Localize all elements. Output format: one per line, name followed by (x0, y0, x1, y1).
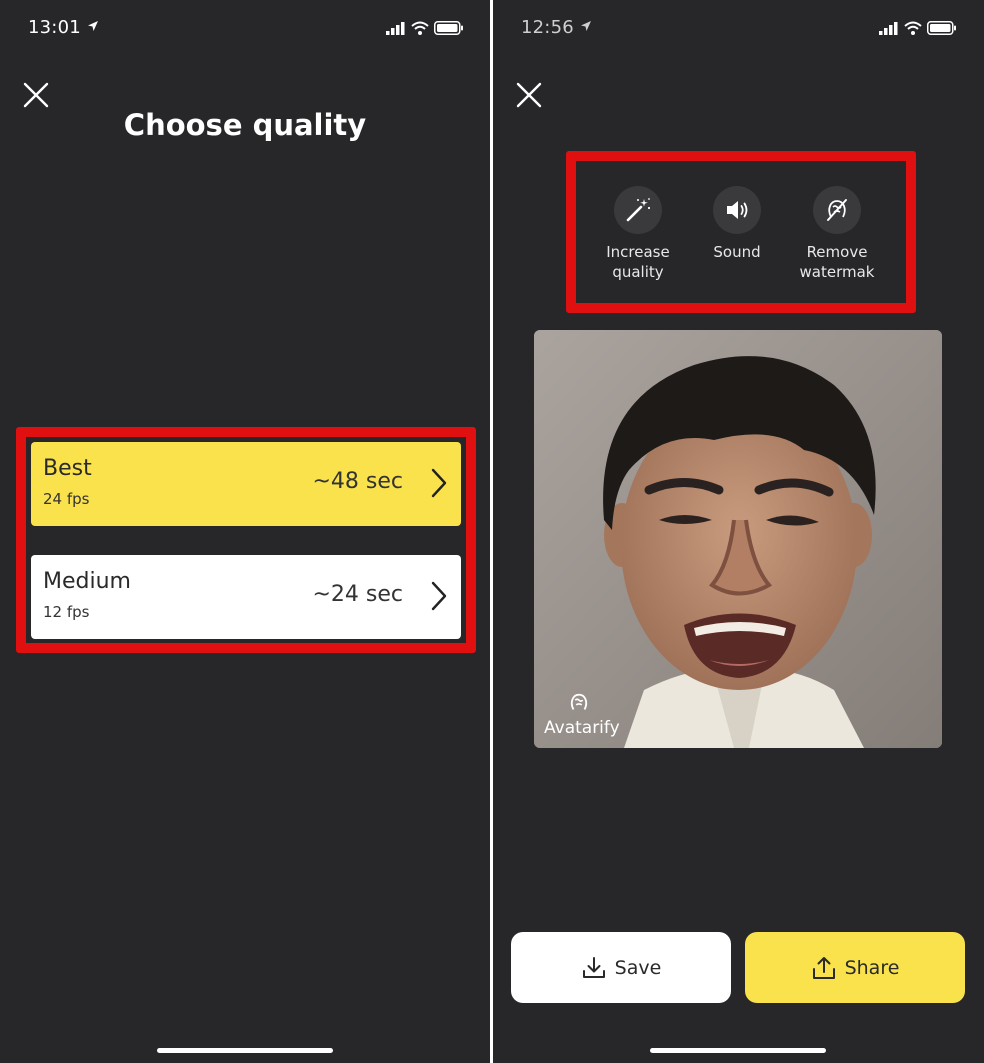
sound-button[interactable]: Sound (682, 186, 792, 262)
face-image (534, 330, 942, 748)
speaker-icon (713, 186, 761, 234)
quality-option-best[interactable]: Best 24 fps ~48 sec (31, 442, 461, 526)
page-title: Choose quality (123, 108, 367, 142)
wifi-icon (411, 21, 429, 35)
watermark-text: Avatarify (544, 718, 620, 738)
status-time: 12:56 (521, 17, 592, 38)
tool-label: Increase quality (606, 243, 670, 281)
close-icon[interactable] (514, 80, 544, 110)
close-icon[interactable] (21, 80, 51, 110)
quality-name: Best (43, 456, 92, 481)
share-label: Share (844, 956, 900, 979)
wifi-icon (904, 21, 922, 35)
quality-duration: ~24 sec (312, 582, 403, 607)
choose-quality-screen: 13:01 Choose quality Best 24 fps ~48 sec (0, 0, 490, 1063)
result-screen: 12:56 Increase quality Sound Remove wate… (493, 0, 984, 1063)
increase-quality-button[interactable]: Increase quality (583, 186, 693, 282)
tool-label: Sound (713, 243, 761, 261)
avatarify-logo-icon (570, 693, 588, 710)
battery-icon (927, 21, 956, 35)
quality-fps: 12 fps (43, 603, 90, 621)
quality-duration: ~48 sec (312, 469, 403, 494)
home-indicator (650, 1048, 826, 1053)
quality-fps: 24 fps (43, 490, 90, 508)
location-arrow-icon (580, 21, 591, 31)
quality-name: Medium (43, 569, 131, 594)
watermark: Avatarify (544, 690, 620, 738)
cellular-signal-icon (386, 22, 405, 35)
status-time: 13:01 (28, 17, 99, 38)
magic-wand-icon (614, 186, 662, 234)
chevron-right-icon (431, 581, 447, 611)
chevron-right-icon (431, 468, 447, 498)
remove-watermark-button[interactable]: Remove watermak (782, 186, 892, 282)
battery-icon (434, 21, 463, 35)
status-icons (879, 19, 957, 37)
save-label: Save (614, 956, 662, 979)
share-button[interactable]: Share (745, 932, 965, 1003)
video-preview[interactable]: Avatarify (534, 330, 942, 748)
save-button[interactable]: Save (511, 932, 731, 1003)
share-icon (812, 956, 835, 979)
quality-option-medium[interactable]: Medium 12 fps ~24 sec (31, 555, 461, 639)
status-icons (386, 19, 464, 37)
download-icon (582, 956, 605, 978)
home-indicator (157, 1048, 333, 1053)
location-arrow-icon (87, 21, 98, 31)
tool-label: Remove watermak (799, 243, 875, 281)
cellular-signal-icon (879, 22, 898, 35)
watermark-off-icon (813, 186, 861, 234)
